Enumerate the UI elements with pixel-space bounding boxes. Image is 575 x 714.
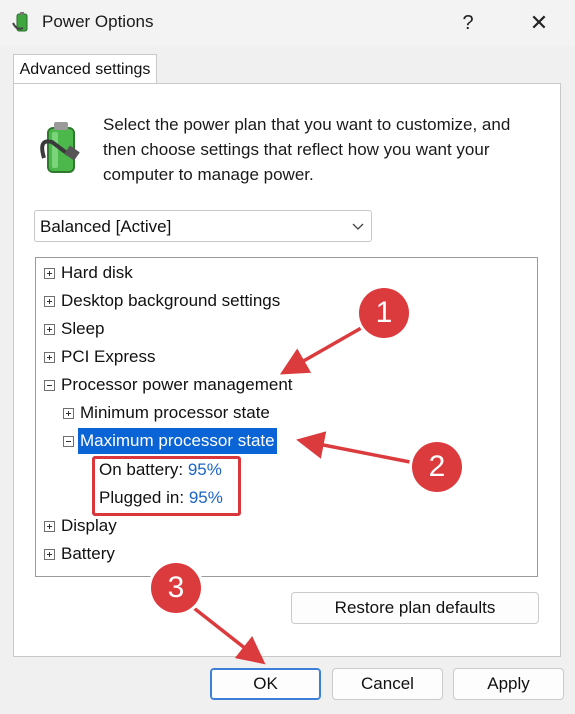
arrow-3 (188, 603, 266, 665)
arrow-1 (279, 321, 371, 375)
callout-2: 2 (412, 442, 462, 492)
callout-1: 1 (359, 288, 409, 338)
callout-3: 3 (151, 563, 201, 613)
arrow-2 (296, 431, 416, 465)
annotation-arrows (188, 321, 416, 665)
